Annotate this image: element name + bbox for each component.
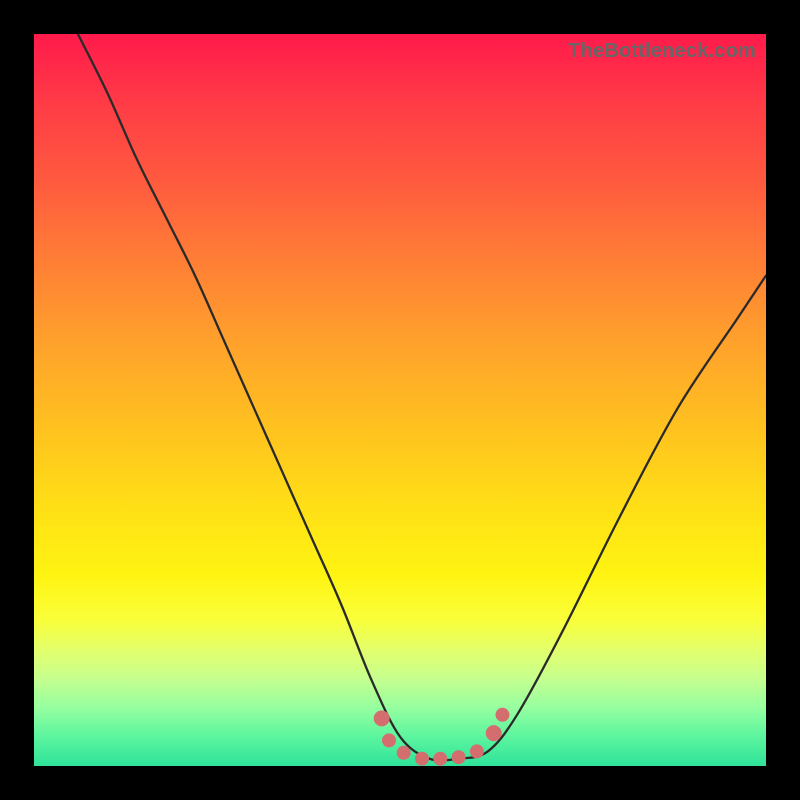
curve-marker	[452, 750, 466, 764]
curve-marker	[496, 708, 510, 722]
curve-marker	[397, 746, 411, 760]
chart-frame: TheBottleneck.com	[0, 0, 800, 800]
bottleneck-curve	[78, 34, 766, 761]
curve-marker	[470, 744, 484, 758]
chart-svg	[34, 34, 766, 766]
curve-marker	[415, 752, 429, 766]
curve-marker	[433, 752, 447, 766]
plot-area: TheBottleneck.com	[34, 34, 766, 766]
curve-marker	[486, 725, 502, 741]
curve-marker	[382, 733, 396, 747]
curve-markers	[374, 708, 510, 766]
curve-marker	[374, 710, 390, 726]
